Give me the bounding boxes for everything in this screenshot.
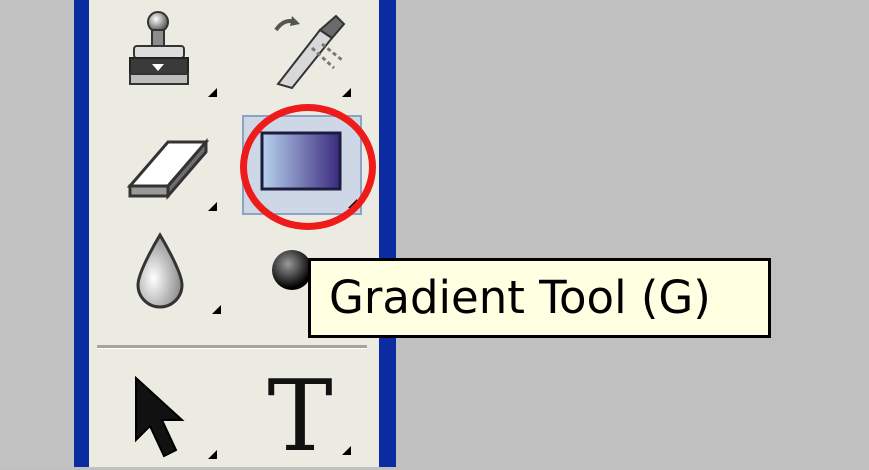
background-left (0, 0, 74, 467)
panel-border-left (74, 0, 89, 467)
flyout-indicator (208, 202, 217, 211)
eraser-tool[interactable] (120, 130, 230, 230)
panel-border-right (379, 0, 396, 467)
flyout-indicator (212, 305, 221, 314)
clone-stamp-tool[interactable] (120, 8, 230, 108)
type-icon: T (267, 362, 332, 462)
type-glyph: T (267, 362, 332, 462)
tooltip: Gradient Tool (G) (308, 258, 771, 338)
tool-group-separator (97, 345, 367, 349)
canvas-area (396, 0, 869, 467)
history-brush-icon (274, 14, 346, 90)
type-tool[interactable]: T (262, 362, 372, 462)
eraser-icon (126, 137, 210, 201)
blur-tool[interactable] (120, 225, 230, 325)
highlight-circle (240, 104, 376, 230)
flyout-indicator (208, 88, 217, 97)
flyout-indicator (208, 450, 217, 459)
flyout-indicator (342, 446, 351, 455)
path-selection-tool[interactable] (120, 370, 230, 470)
history-brush-tool[interactable] (262, 8, 372, 108)
flyout-indicator (342, 88, 351, 97)
